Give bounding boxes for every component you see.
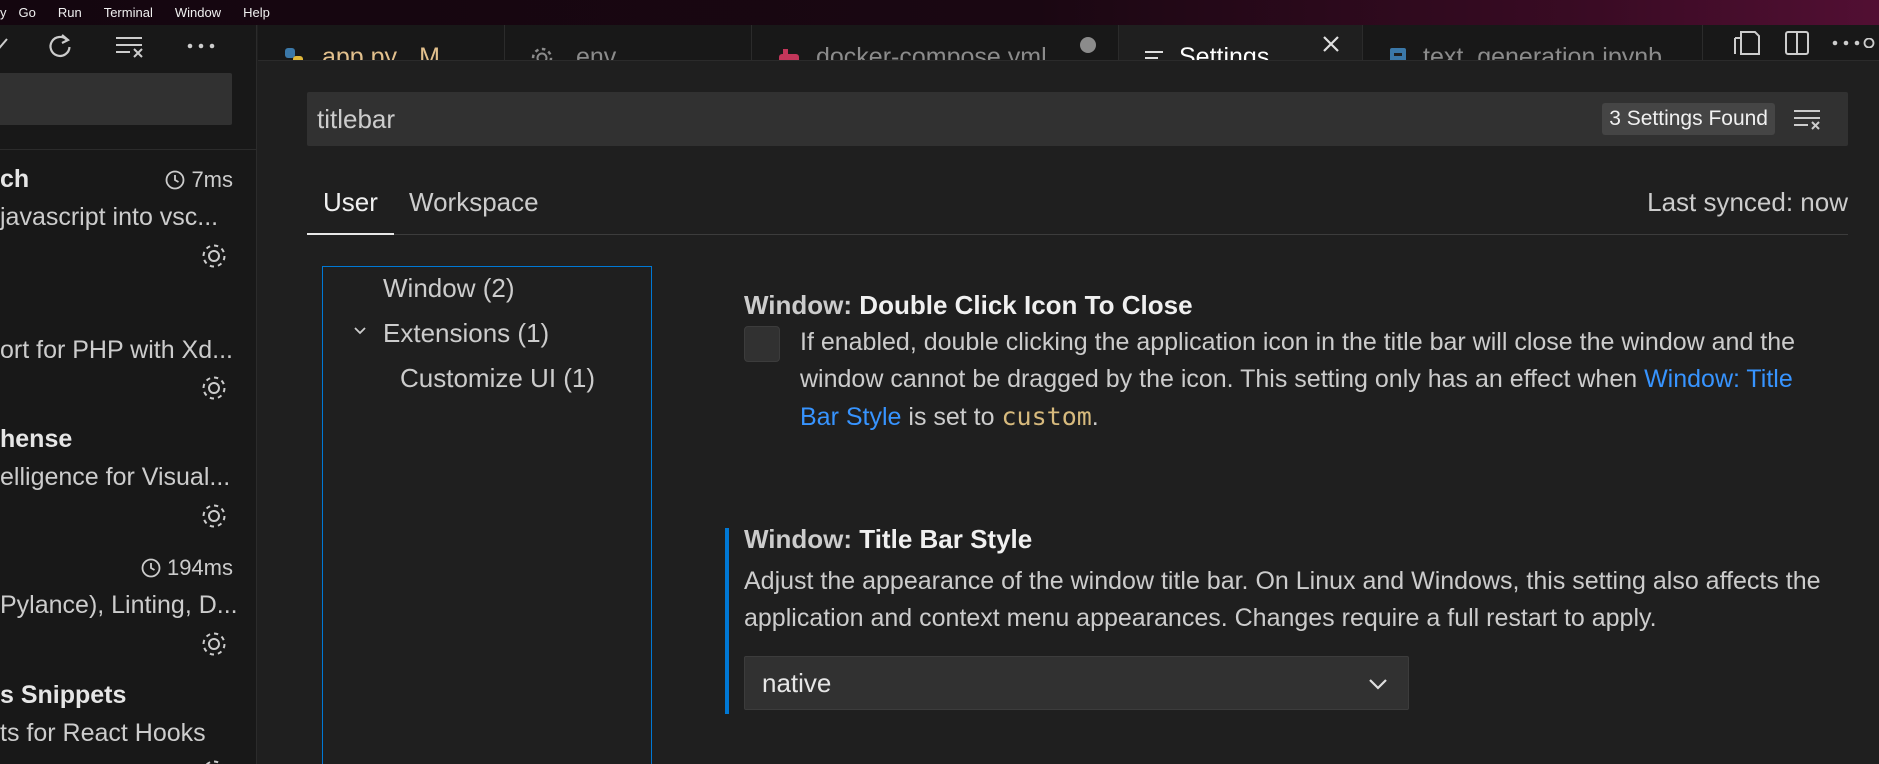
open-changes-icon[interactable] [1731,28,1763,58]
tab-env[interactable]: .env [505,25,752,60]
setting-double-click-icon-to-close: Window: Double Click Icon To Close If en… [744,290,1795,431]
toc-item-window[interactable]: Window (2) [383,273,514,304]
extension-description: Pylance), Linting, D... [0,591,238,619]
setting-checkbox[interactable] [744,326,780,362]
vscode-window: y Go Run Terminal Window Help ch 7ms jav… [0,0,1879,764]
extensions-sidebar: ch 7ms javascript into vsc... ort for PH… [0,25,257,764]
toc-item-customize-ui[interactable]: Customize UI (1) [400,363,595,394]
filter-icon[interactable] [0,31,18,61]
clear-search-icon[interactable] [1790,103,1826,135]
menu-view[interactable]: y [0,5,7,20]
sidebar-toolbar [0,25,256,65]
tab-app-py[interactable]: app.py M [258,25,505,60]
split-editor-icon[interactable] [1783,29,1811,57]
settings-search-input[interactable] [317,92,1317,146]
menu-window[interactable]: Window [175,5,221,20]
chevron-down-icon[interactable] [351,322,369,340]
menu-terminal[interactable]: Terminal [104,5,153,20]
menu-help[interactable]: Help [243,5,270,20]
chevron-down-icon [1369,679,1387,690]
tab-text-generation[interactable]: text_generation.ipynb [1363,25,1703,60]
extension-description: ts for React Hooks [0,719,206,747]
settings-editor: 3 Settings Found User Workspace Last syn… [258,61,1879,764]
menu-run[interactable]: Run [58,5,82,20]
modified-indicator [725,528,729,714]
settings-table-of-contents: Window (2) Extensions (1) Customize UI (… [322,266,652,764]
more-actions-icon[interactable] [185,31,217,61]
settings-scope-tabs: User Workspace Last synced: now [307,171,1848,235]
gear-icon[interactable] [199,757,229,764]
menu-bar: y Go Run Terminal Window Help [0,0,1879,25]
extension-description: elligence for Visual... [0,463,231,491]
history-icon [166,170,185,190]
setting-title: Window: Title Bar Style [744,524,1033,554]
title-bar-style-select[interactable]: native [744,656,1409,710]
extension-name: ch [0,165,30,193]
tab-docker-compose[interactable]: docker-compose.yml [752,25,1119,60]
tab-settings[interactable]: Settings [1119,25,1363,60]
python-icon [285,47,303,60]
gear-icon[interactable] [199,373,229,403]
setting-title-bar-style: Window: Title Bar Style Adjust the appea… [744,524,1844,710]
clear-extensions-icon[interactable] [114,31,146,61]
last-synced-status: Last synced: now [1647,187,1848,217]
gear-icon[interactable] [199,501,229,531]
docker-icon [779,48,799,60]
toc-item-extensions[interactable]: Extensions (1) [383,318,549,349]
settings-list-icon [1145,50,1163,59]
more-actions-icon[interactable] [1831,38,1875,48]
setting-code-value: custom [1001,402,1092,431]
setting-title: Window: Double Click Icon To Close [744,290,1193,320]
activation-time: 7ms [163,167,233,193]
notebook-icon [1390,47,1406,60]
gear-icon[interactable] [199,241,229,271]
extension-description: javascript into vsc... [0,203,219,231]
tab-workspace[interactable]: Workspace [393,171,555,235]
history-icon [141,558,161,578]
extension-name: s Snippets [0,681,127,709]
select-value: native [762,668,832,698]
refresh-icon[interactable] [44,31,76,61]
extension-description: ort for PHP with Xd... [0,336,233,364]
unsaved-dot-icon [1080,37,1096,53]
extension-name: hense [0,425,73,453]
sidebar-divider [0,149,256,150]
editor-actions [1731,25,1879,60]
setting-description: If enabled, double clicking the applicat… [800,328,1796,431]
gear-icon [531,47,553,60]
gear-icon[interactable] [199,629,229,659]
menu-go[interactable]: Go [19,5,36,20]
extensions-search-input[interactable] [0,73,232,125]
close-icon[interactable] [1320,33,1342,55]
activation-time: 194ms [139,555,233,581]
editor-tab-bar: app.py M .env docker-compose.yml Setting… [258,25,1879,61]
tab-user[interactable]: User [307,171,394,235]
setting-description: Adjust the appearance of the window titl… [744,567,1821,632]
results-count-badge: 3 Settings Found [1602,103,1775,135]
settings-search-box: 3 Settings Found [307,92,1848,146]
